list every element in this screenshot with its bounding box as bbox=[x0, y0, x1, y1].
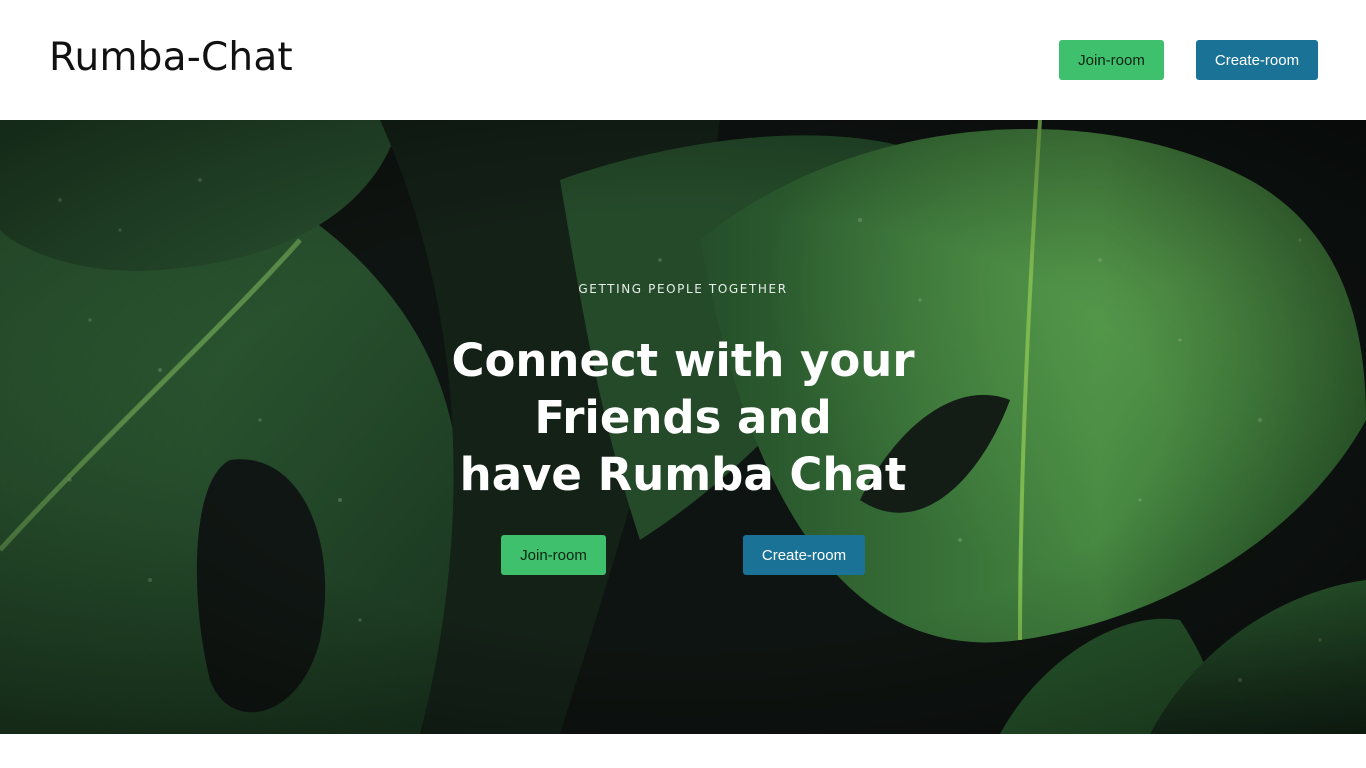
page-bottom-area bbox=[0, 734, 1366, 768]
hero-headline: Connect with your Friends and have Rumba… bbox=[383, 332, 983, 503]
hero-tagline: GETTING PEOPLE TOGETHER bbox=[578, 282, 788, 296]
navbar: Rumba-Chat Join-room Create-room bbox=[0, 0, 1366, 120]
hero-create-room-button[interactable]: Create-room bbox=[743, 535, 865, 575]
hero-join-room-button[interactable]: Join-room bbox=[501, 535, 606, 575]
brand-logo-text[interactable]: Rumba-Chat bbox=[49, 34, 293, 82]
hero-headline-line-1: Connect with your bbox=[451, 334, 915, 387]
nav-create-room-button[interactable]: Create-room bbox=[1196, 40, 1318, 80]
hero-headline-line-2: Friends and bbox=[534, 391, 832, 444]
hero-headline-line-3: have Rumba Chat bbox=[459, 448, 907, 501]
nav-join-room-button[interactable]: Join-room bbox=[1059, 40, 1164, 80]
hero-section: GETTING PEOPLE TOGETHER Connect with you… bbox=[0, 120, 1366, 734]
